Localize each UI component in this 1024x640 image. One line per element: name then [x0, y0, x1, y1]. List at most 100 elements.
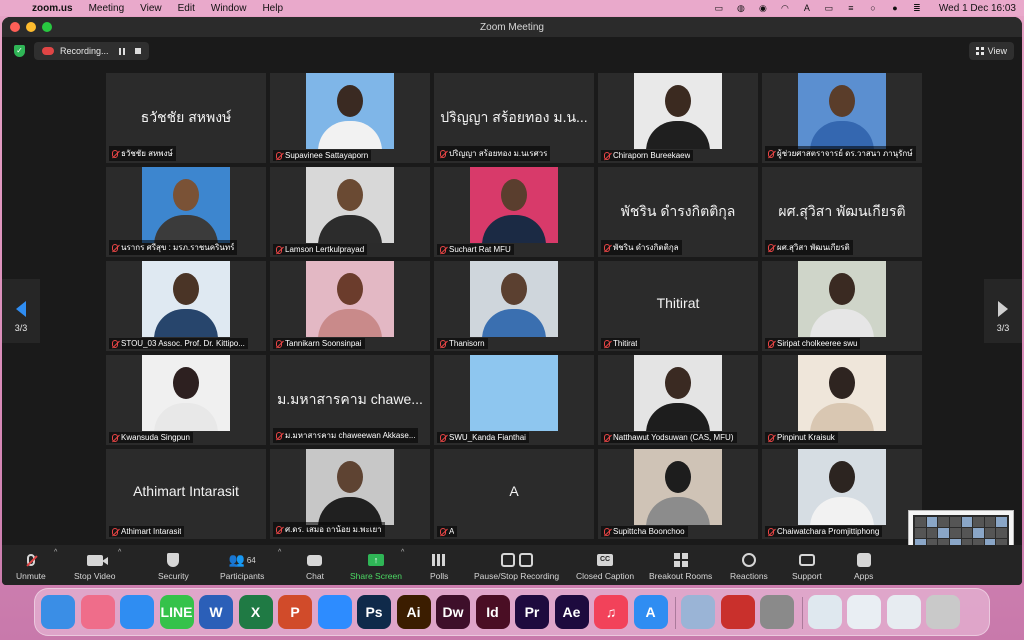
participant-tile[interactable]: Chiraporn Bureekaew — [598, 73, 758, 163]
fullscreen-window-button[interactable] — [42, 22, 52, 32]
apps-button[interactable]: Apps — [854, 551, 873, 581]
view-button[interactable]: View — [968, 42, 1014, 60]
document-3-icon[interactable] — [886, 595, 921, 629]
notification-icon[interactable]: ≣ — [911, 3, 923, 13]
participant-tile[interactable]: Natthawut Yodsuwan (CAS, MFU) — [598, 355, 758, 445]
participant-tile[interactable]: ธวัชชัย สหพงษ์ ธวัชชัย สหพงษ์ — [106, 73, 266, 163]
participant-name-label: Natthawut Yodsuwan (CAS, MFU) — [601, 432, 737, 443]
menu-view[interactable]: View — [140, 3, 162, 14]
siri-icon[interactable]: ● — [889, 3, 901, 13]
thumbnail-cell — [938, 517, 949, 527]
menubar-clock[interactable]: Wed 1 Dec 16:03 — [939, 3, 1016, 14]
participant-tile[interactable]: Athimart Intarasit Athimart Intarasit — [106, 449, 266, 539]
indesign-icon[interactable]: Id — [475, 595, 510, 629]
music-icon[interactable]: ♫ — [594, 595, 628, 629]
participant-tile[interactable]: Suchart Rat MFU — [434, 167, 594, 257]
menu-window[interactable]: Window — [211, 3, 247, 14]
menu-help[interactable]: Help — [262, 3, 283, 14]
search-icon[interactable]: ○ — [867, 3, 879, 13]
share-screen-button[interactable]: ↑ Share Screen — [350, 551, 402, 581]
quicktime-icon[interactable] — [681, 595, 715, 629]
participant-tile[interactable]: Supavinee Sattayaporn — [270, 73, 430, 163]
breakout-rooms-button[interactable]: Breakout Rooms — [649, 551, 712, 581]
menu-edit[interactable]: Edit — [178, 3, 195, 14]
document-1-icon[interactable] — [807, 595, 842, 629]
safari-icon[interactable] — [120, 595, 154, 629]
zoom-icon[interactable] — [317, 595, 352, 629]
line-status-icon[interactable]: ◉ — [757, 3, 769, 13]
stop-video-button[interactable]: Stop Video — [74, 551, 115, 581]
breakout-rooms-icon — [673, 553, 688, 567]
participant-name-label: ผศ.สุวิสา พัฒนเกียรติ — [765, 240, 853, 255]
unmute-button[interactable]: Unmute — [16, 551, 46, 581]
participant-tile[interactable]: Pinpinut Kraisuk — [762, 355, 922, 445]
participant-tile[interactable]: Lamson Lertkulprayad — [270, 167, 430, 257]
participant-tile[interactable]: STOU_03 Assoc. Prof. Dr. Kittipo... — [106, 261, 266, 351]
participant-tile[interactable]: พัชริน ดำรงกิตติกุล พัชริน ดำรงกิตติกุล — [598, 167, 758, 257]
participant-tile[interactable]: AA — [434, 449, 594, 539]
support-button[interactable]: Support — [792, 551, 822, 581]
trash-icon[interactable] — [926, 595, 960, 629]
line-icon[interactable]: LINE — [159, 595, 194, 629]
stop-recording-icon[interactable] — [134, 48, 141, 54]
security-button[interactable]: Security — [158, 551, 189, 581]
audio-options-caret-icon[interactable]: ^ — [54, 549, 57, 556]
battery-icon[interactable]: ▭ — [823, 3, 835, 13]
control-center-icon[interactable]: ≡ — [845, 3, 857, 13]
menu-app[interactable]: zoom.us — [32, 3, 73, 14]
participant-tile[interactable]: ผศ.สุวิสา พัฒนเกียรติ ผศ.สุวิสา พัฒนเกียร… — [762, 167, 922, 257]
input-source-icon[interactable]: A — [801, 3, 813, 13]
photoshop-icon[interactable]: Ps — [357, 595, 391, 629]
participant-tile[interactable]: นรากร ศรีสุข : มรภ.ราชนครินทร์ — [106, 167, 266, 257]
minimize-window-button[interactable] — [26, 22, 36, 32]
muted-mic-icon — [276, 339, 282, 348]
participant-tile[interactable]: Kwansuda Singpun — [106, 355, 266, 445]
acrobat-icon[interactable] — [720, 595, 755, 629]
after-effects-icon[interactable]: Ae — [554, 595, 589, 629]
participant-tile[interactable]: ปริญญา สร้อยทอง ม.น... ปริญญา สร้อยทอง ม.… — [434, 73, 594, 163]
polls-button[interactable]: Polls — [430, 551, 448, 581]
system-preferences-icon[interactable] — [760, 595, 794, 629]
participant-tile[interactable]: Chaiwatchara Promjittiphong — [762, 449, 922, 539]
document-2-icon[interactable] — [847, 595, 881, 629]
powerpoint-icon[interactable]: P — [278, 595, 312, 629]
dreamweaver-icon[interactable]: Dw — [436, 595, 470, 629]
creative-cloud-icon[interactable]: ◍ — [735, 3, 747, 13]
encryption-shield-icon[interactable]: ✓ — [14, 45, 25, 57]
participant-tile[interactable]: Tannikarn Soonsinpai — [270, 261, 430, 351]
participant-tile[interactable]: Thanisorn — [434, 261, 594, 351]
participant-tile[interactable]: Supittcha Boonchoo — [598, 449, 758, 539]
participant-tile[interactable]: ผู้ช่วยศาสตราจารย์ ดร.วาสนา ภานุรักษ์ — [762, 73, 922, 163]
share-options-caret-icon[interactable]: ^ — [401, 549, 404, 556]
close-window-button[interactable] — [10, 22, 20, 32]
participant-display-name: ธวัชชัย สหพงษ์ — [140, 109, 232, 125]
reactions-button[interactable]: Reactions — [730, 551, 768, 581]
closed-caption-button[interactable]: CC Closed Caption — [576, 551, 634, 581]
participants-button[interactable]: 👥 64 Participants — [220, 551, 264, 581]
word-icon[interactable]: W — [199, 595, 233, 629]
participant-tile[interactable]: ศ.ดร. เสมอ ถาน้อย ม.พะเยา — [270, 449, 430, 539]
menu-meeting[interactable]: Meeting — [89, 3, 125, 14]
participants-caret-icon[interactable]: ^ — [278, 549, 281, 556]
video-options-caret-icon[interactable]: ^ — [118, 549, 121, 556]
participant-tile[interactable]: Thitirat Thitirat — [598, 261, 758, 351]
chat-button[interactable]: Chat — [306, 551, 324, 581]
muted-mic-icon — [768, 527, 774, 536]
zoom-status-icon[interactable]: ▭ — [713, 3, 725, 13]
finder-icon[interactable] — [41, 595, 75, 629]
launchpad-icon[interactable] — [80, 595, 115, 629]
participant-tile[interactable]: Siripat cholkeeree swu — [762, 261, 922, 351]
participant-name-label: ธวัชชัย สหพงษ์ — [109, 146, 176, 161]
next-page-button[interactable]: 3/3 — [984, 279, 1022, 343]
illustrator-icon[interactable]: Ai — [396, 595, 431, 629]
pause-recording-icon[interactable] — [118, 47, 125, 55]
previous-page-button[interactable]: 3/3 — [2, 279, 40, 343]
pause-stop-recording-button[interactable]: Pause/Stop Recording — [474, 551, 559, 581]
participant-tile[interactable]: ม.มหาสารคาม chawe... ม.มหาสารคาม chaweewa… — [270, 355, 430, 445]
participant-video — [306, 167, 394, 243]
participant-tile[interactable]: SWU_Kanda Fianthai — [434, 355, 594, 445]
excel-icon[interactable]: X — [238, 595, 273, 629]
premiere-icon[interactable]: Pr — [515, 595, 549, 629]
app-store-icon[interactable]: A — [633, 595, 668, 629]
wifi-icon[interactable]: ◠ — [779, 3, 791, 13]
